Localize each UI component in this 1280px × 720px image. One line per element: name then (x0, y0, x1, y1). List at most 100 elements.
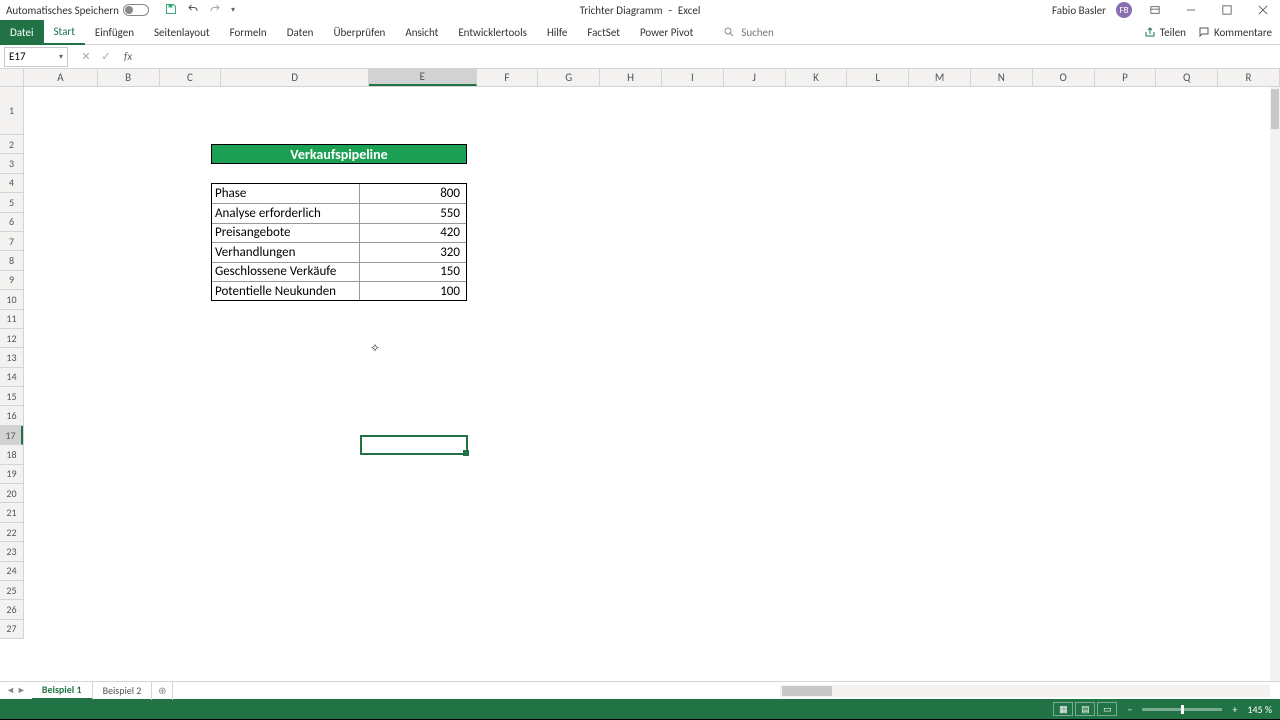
col-header-O[interactable]: O (1033, 69, 1095, 86)
row-header-18[interactable]: 18 (0, 445, 23, 464)
ribbon-tab-entwicklertools[interactable]: Entwicklertools (448, 20, 537, 45)
spreadsheet-grid[interactable]: ABCDEFGHIJKLMNOPQR 123456789101112131415… (0, 69, 1280, 681)
fx-icon[interactable]: fx (124, 50, 132, 63)
zoom-level[interactable]: 145 % (1247, 703, 1272, 716)
row-header-15[interactable]: 15 (0, 387, 23, 406)
row-header-10[interactable]: 10 (0, 290, 23, 309)
row-header-7[interactable]: 7 (0, 232, 23, 251)
cancel-formula-icon[interactable]: ✕ (80, 50, 92, 63)
maximize-icon[interactable] (1214, 1, 1240, 19)
row-header-17[interactable]: 17 (0, 426, 23, 445)
name-box[interactable]: E17 ▾ (4, 47, 68, 67)
row-header-26[interactable]: 26 (0, 600, 23, 619)
ribbon-tab-einfügen[interactable]: Einfügen (85, 20, 144, 45)
col-header-R[interactable]: R (1218, 69, 1280, 86)
row-header-16[interactable]: 16 (0, 406, 23, 425)
col-header-J[interactable]: J (724, 69, 786, 86)
table-cell-label[interactable]: Geschlossene Verkäufe (212, 263, 360, 281)
row-header-6[interactable]: 6 (0, 213, 23, 232)
table-row[interactable]: Phase800 (212, 184, 466, 203)
row-header-24[interactable]: 24 (0, 562, 23, 581)
zoom-slider[interactable] (1142, 708, 1222, 711)
page-layout-view-icon[interactable]: ▤ (1075, 702, 1095, 716)
row-header-5[interactable]: 5 (0, 193, 23, 212)
close-icon[interactable] (1250, 1, 1276, 19)
row-header-9[interactable]: 9 (0, 271, 23, 290)
sheet-nav-next-icon[interactable]: ► (17, 685, 26, 696)
col-header-H[interactable]: H (600, 69, 662, 86)
table-cell-label[interactable]: Potentielle Neukunden (212, 282, 360, 300)
minimize-icon[interactable] (1178, 1, 1204, 19)
ribbon-tab-daten[interactable]: Daten (277, 20, 324, 45)
ribbon-tab-formeln[interactable]: Formeln (220, 20, 277, 45)
table-row[interactable]: Potentielle Neukunden100 (212, 281, 466, 300)
row-header-21[interactable]: 21 (0, 503, 23, 522)
col-header-L[interactable]: L (847, 69, 909, 86)
sheet-tab[interactable]: Beispiel 2 (93, 682, 153, 700)
table-cell-value[interactable]: 150 (360, 263, 466, 281)
ribbon-tab-seitenlayout[interactable]: Seitenlayout (144, 20, 220, 45)
row-header-4[interactable]: 4 (0, 174, 23, 193)
row-header-25[interactable]: 25 (0, 581, 23, 600)
horizontal-scrollbar[interactable] (780, 685, 1270, 697)
accept-formula-icon[interactable]: ✓ (100, 50, 112, 63)
row-header-12[interactable]: 12 (0, 329, 23, 348)
table-cell-label[interactable]: Verhandlungen (212, 243, 360, 261)
row-header-2[interactable]: 2 (0, 135, 23, 154)
formula-input[interactable] (138, 47, 1280, 67)
col-header-D[interactable]: D (221, 69, 369, 86)
col-header-I[interactable]: I (662, 69, 724, 86)
ribbon-tab-start[interactable]: Start (44, 20, 85, 45)
table-cell-value[interactable]: 320 (360, 243, 466, 261)
table-cell-value[interactable]: 100 (360, 282, 466, 300)
sheet-tab[interactable]: Beispiel 1 (32, 682, 93, 700)
table-cell-value[interactable]: 800 (360, 184, 466, 203)
autosave-toggle[interactable]: Automatisches Speichern (0, 4, 155, 17)
table-cell-label[interactable]: Phase (212, 184, 360, 203)
ribbon-tab-hilfe[interactable]: Hilfe (537, 20, 577, 45)
row-header-14[interactable]: 14 (0, 368, 23, 387)
page-break-view-icon[interactable]: ▭ (1097, 702, 1117, 716)
table-row[interactable]: Analyse erforderlich550 (212, 203, 466, 222)
col-header-P[interactable]: P (1095, 69, 1157, 86)
row-header-8[interactable]: 8 (0, 251, 23, 270)
qat-dropdown-icon[interactable]: ▾ (231, 5, 235, 15)
col-header-N[interactable]: N (971, 69, 1033, 86)
zoom-out-icon[interactable]: − (1127, 703, 1132, 716)
row-header-11[interactable]: 11 (0, 310, 23, 329)
sheet-nav-prev-icon[interactable]: ◄ (6, 685, 15, 696)
row-header-3[interactable]: 3 (0, 154, 23, 173)
col-header-B[interactable]: B (98, 69, 160, 86)
row-header-1[interactable]: 1 (0, 87, 23, 135)
add-sheet-button[interactable]: ⊕ (152, 682, 173, 700)
row-header-20[interactable]: 20 (0, 484, 23, 503)
col-header-M[interactable]: M (909, 69, 971, 86)
selected-cell[interactable] (360, 435, 468, 455)
row-header-22[interactable]: 22 (0, 523, 23, 542)
table-title[interactable]: Verkaufspipeline (211, 144, 467, 164)
row-header-19[interactable]: 19 (0, 465, 23, 484)
share-button[interactable]: Teilen (1144, 26, 1186, 39)
table-row[interactable]: Geschlossene Verkäufe150 (212, 262, 466, 281)
table-cell-value[interactable]: 550 (360, 204, 466, 222)
table-row[interactable]: Preisangebote420 (212, 223, 466, 242)
user-name[interactable]: Fabio Basler (1052, 4, 1106, 17)
normal-view-icon[interactable]: ▦ (1053, 702, 1073, 716)
avatar[interactable]: FB (1116, 2, 1132, 18)
col-header-F[interactable]: F (477, 69, 539, 86)
row-header-13[interactable]: 13 (0, 348, 23, 367)
toggle-off-icon[interactable] (123, 4, 149, 16)
save-icon[interactable] (165, 3, 177, 18)
ribbon-tab-datei[interactable]: Datei (0, 20, 44, 45)
col-header-E[interactable]: E (369, 69, 477, 86)
select-all-corner[interactable] (0, 69, 24, 87)
row-header-23[interactable]: 23 (0, 542, 23, 561)
col-header-G[interactable]: G (538, 69, 600, 86)
vertical-scrollbar[interactable] (1270, 87, 1280, 681)
table-row[interactable]: Verhandlungen320 (212, 242, 466, 261)
col-header-C[interactable]: C (160, 69, 222, 86)
ribbon-tab-überprüfen[interactable]: Überprüfen (323, 20, 395, 45)
ribbon-tab-ansicht[interactable]: Ansicht (395, 20, 448, 45)
chevron-down-icon[interactable]: ▾ (59, 52, 63, 62)
search-box[interactable]: Suchen (723, 26, 774, 39)
